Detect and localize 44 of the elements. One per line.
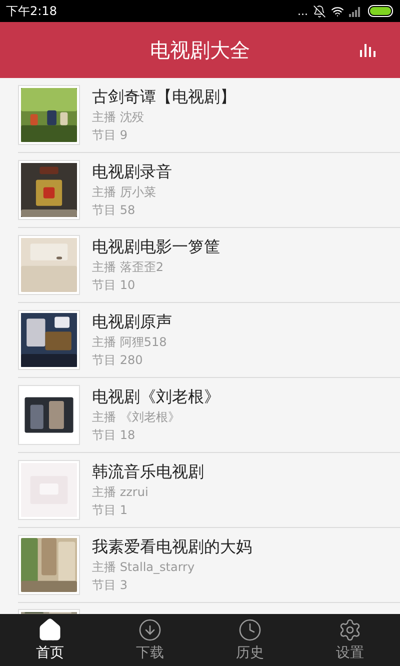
program-title: 韩流音乐电视剧 <box>92 461 204 483</box>
episode-count: 节目 1 <box>92 502 128 519</box>
tab-button[interactable]: 首页 <box>0 614 100 666</box>
program-title: 我素爱看电视剧的大妈 <box>92 536 252 558</box>
tab-button[interactable]: 历史 <box>200 614 300 666</box>
settings-icon <box>338 618 362 642</box>
mute-icon <box>313 4 326 18</box>
equalizer-icon[interactable] <box>360 43 376 57</box>
battery-icon <box>368 5 394 17</box>
program-row[interactable]: 电视剧录音 主播 厉小菜 节目 58 <box>18 153 400 228</box>
episode-count: 节目 3 <box>92 577 128 594</box>
signal-icon <box>349 6 363 16</box>
host-name: 主播 落歪歪2 <box>92 259 164 276</box>
program-title: 电视剧《刘老根》 <box>92 386 220 408</box>
header-title: 电视剧大全 <box>150 37 250 64</box>
program-row[interactable]: 韩流音乐电视剧 主播 zzrui 节目 1 <box>18 453 400 528</box>
episode-count: 节目 10 <box>92 277 136 294</box>
download-icon <box>138 618 162 642</box>
host-name: 主播 《刘老根》 <box>92 409 181 426</box>
host-name: 主播 阿狸518 <box>92 334 168 351</box>
status-dots: ... <box>298 6 308 16</box>
status-time: 下午2:18 <box>6 3 57 20</box>
clock-icon <box>238 618 262 642</box>
host-name: 主播 Stalla_starry <box>92 559 196 576</box>
host-name: 主播 厉小菜 <box>92 184 157 201</box>
wifi-icon <box>331 4 344 18</box>
episode-count: 节目 18 <box>92 427 136 444</box>
program-row[interactable]: 电视剧电影一箩筐 主播 落歪歪2 节目 10 <box>18 228 400 303</box>
home-icon <box>38 618 62 642</box>
episode-count: 节目 58 <box>92 202 136 219</box>
program-title: 电视剧录音 <box>92 161 172 183</box>
program-title: 电视剧原声 <box>92 311 172 333</box>
program-row[interactable]: 古剑奇谭【电视剧】 主播 沈殁 节目 9 <box>18 78 400 153</box>
program-title: 古剑奇谭【电视剧】 <box>92 86 236 108</box>
host-name: 主播 zzrui <box>92 484 150 501</box>
program-row[interactable]: 我素爱看电视剧的大妈 主播 Stalla_starry 节目 3 <box>18 528 400 603</box>
program-title: 电视剧电影一箩筐 <box>92 236 220 258</box>
host-name: 主播 沈殁 <box>92 109 145 126</box>
program-row[interactable]: 电视剧《刘老根》 主播 《刘老根》 节目 18 <box>18 378 400 453</box>
program-row[interactable]: 电视剧原声 主播 阿狸518 节目 280 <box>18 303 400 378</box>
episode-count: 节目 9 <box>92 127 128 144</box>
episode-count: 节目 280 <box>92 352 144 369</box>
tab-button[interactable]: 下载 <box>100 614 200 666</box>
tab-button[interactable]: 设置 <box>300 614 400 666</box>
